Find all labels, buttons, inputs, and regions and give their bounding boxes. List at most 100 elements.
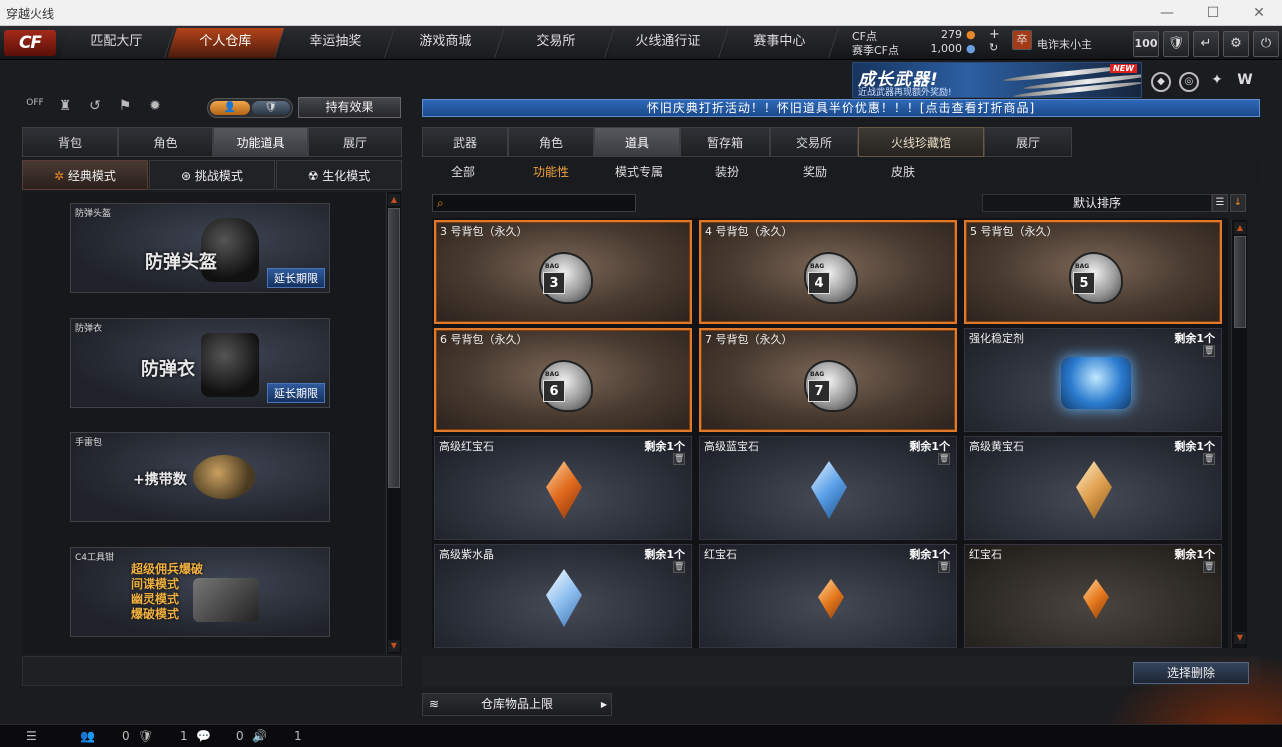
power-icon[interactable]: ⏻ (1253, 31, 1279, 57)
item-card-gem[interactable]: 高级红宝石 剩余1个 🗑 (434, 436, 692, 540)
right-tab-storage[interactable]: 暂存箱 (680, 127, 770, 157)
item-card-bag3[interactable]: 3 号背包（永久） BAG 3 (434, 220, 692, 324)
badge-icon-4[interactable]: W (1235, 72, 1255, 92)
nav-tab-event-center[interactable]: 赛事中心 (721, 28, 839, 58)
helmet-card[interactable]: 防弹头盔 防弹头盔 延长期限 (70, 203, 330, 293)
team-icon[interactable]: ♜ (54, 98, 76, 118)
off-toggle-icon[interactable]: OFF (24, 98, 46, 118)
subtab-reward[interactable]: 奖励 (784, 163, 846, 183)
left-scrollbar[interactable]: ▲ ▼ (386, 192, 401, 654)
sort-direction-icon[interactable]: ↓ (1230, 194, 1246, 212)
trash-icon[interactable]: 🗑 (938, 453, 950, 465)
item-card-bag4[interactable]: 4 号背包（永久） BAG 4 (699, 220, 957, 324)
trash-icon[interactable]: 🗑 (1203, 453, 1215, 465)
badge-icon-2[interactable]: ◎ (1179, 72, 1199, 92)
menu-list-icon[interactable]: ☰ (26, 729, 37, 743)
nav-tab-match-lobby[interactable]: 匹配大厅 (59, 28, 175, 58)
right-tab-exchange[interactable]: 交易所 (770, 127, 858, 157)
trash-icon[interactable]: 🗑 (1203, 345, 1215, 357)
close-icon[interactable]: ✕ (1236, 0, 1282, 26)
return-icon[interactable]: ↵ (1193, 31, 1219, 57)
left-tab-backpack[interactable]: 背包 (22, 127, 118, 157)
shield-status-icon[interactable]: 🛡 (138, 729, 153, 743)
sort-dropdown[interactable]: 默认排序 (982, 194, 1212, 212)
nav-tab-lucky-draw[interactable]: 幸运抽奖 (277, 28, 395, 58)
character-icon[interactable]: ⚑ (114, 98, 136, 118)
settings-gear-icon[interactable]: ⚙ (1223, 31, 1249, 57)
history-icon[interactable]: ↺ (84, 98, 106, 118)
scroll-down-icon[interactable]: ▼ (388, 640, 400, 652)
nav-tab-exchange[interactable]: 交易所 (497, 28, 615, 58)
trash-icon[interactable]: 🗑 (1203, 561, 1215, 573)
badge-icon-1[interactable]: ◆ (1151, 72, 1171, 92)
growth-weapon-banner[interactable]: 成长武器! 近战武器再现额外奖励! NEW (852, 62, 1142, 98)
add-points-icon[interactable]: + (989, 27, 1000, 42)
subtab-mode-exclusive[interactable]: 模式专属 (608, 163, 670, 183)
right-scroll-thumb[interactable] (1234, 236, 1246, 328)
backpack-icon: BAG 7 (804, 360, 858, 412)
player-level[interactable]: 100 (1133, 31, 1159, 57)
view-toggle[interactable]: 👤 🛡 (207, 98, 293, 118)
subtab-skin[interactable]: 皮肤 (872, 163, 934, 183)
subtab-outfit[interactable]: 装扮 (696, 163, 758, 183)
c4-pliers-card[interactable]: C4工具钳 超级佣兵爆破 间谍模式 幽灵模式 爆破模式 (70, 547, 330, 637)
toggle-character-option[interactable]: 👤 (210, 101, 250, 115)
item-card-bag6[interactable]: 6 号背包（永久） BAG 6 (434, 328, 692, 432)
item-card-bag5[interactable]: 5 号背包（永久） BAG 5 (964, 220, 1222, 324)
held-effects-button[interactable]: 持有效果 (298, 97, 401, 118)
subtab-all[interactable]: 全部 (432, 163, 494, 183)
promo-banner[interactable]: 怀旧庆典打折活动！！怀旧道具半价优惠！！！[点击查看打折商品] (422, 99, 1260, 117)
trash-icon[interactable]: 🗑 (938, 561, 950, 573)
mode-tab-challenge[interactable]: ⊛ 挑战模式 (149, 160, 275, 190)
mode-tab-zombie[interactable]: ☢ 生化模式 (276, 160, 402, 190)
nav-tab-game-shop[interactable]: 游戏商城 (387, 28, 505, 58)
grenade-icon[interactable]: ✹ (144, 98, 166, 118)
window-titlebar: 穿越火线 — ☐ ✕ (0, 0, 1282, 26)
right-tab-showroom[interactable]: 展厅 (984, 127, 1072, 157)
extend-term-button[interactable]: 延长期限 (267, 268, 325, 288)
item-card-gem[interactable]: 高级蓝宝石 剩余1个 🗑 (699, 436, 957, 540)
scroll-up-icon[interactable]: ▲ (1234, 222, 1246, 234)
refresh-icon[interactable]: ↻ (989, 41, 998, 54)
cf-logo[interactable]: CF (4, 30, 56, 56)
search-box[interactable]: ⌕ (432, 194, 636, 212)
trash-icon[interactable]: 🗑 (673, 453, 685, 465)
left-scroll-thumb[interactable] (388, 208, 400, 488)
warehouse-capacity-button[interactable]: ≋ 仓库物品上限 ▶ (422, 693, 612, 716)
speaker-icon[interactable]: 🔊 (252, 729, 267, 743)
left-tab-functional-items[interactable]: 功能道具 (213, 127, 308, 157)
subtab-functional[interactable]: 功能性 (520, 163, 582, 183)
vest-card[interactable]: 防弹衣 防弹衣 延长期限 (70, 318, 330, 408)
left-tab-character[interactable]: 角色 (118, 127, 213, 157)
search-input[interactable] (453, 196, 633, 210)
item-card-gem[interactable]: 红宝石 剩余1个 🗑 (699, 544, 957, 648)
item-card-stabilizer[interactable]: 强化稳定剂 剩余1个 🗑 (964, 328, 1222, 432)
toggle-shield-option[interactable]: 🛡 (252, 101, 290, 115)
item-card-bag7[interactable]: 7 号背包（永久） BAG 7 (699, 328, 957, 432)
extend-term-button[interactable]: 延长期限 (267, 383, 325, 403)
minimize-icon[interactable]: — (1144, 0, 1190, 26)
mode-tab-classic[interactable]: ✲ 经典模式 (22, 160, 148, 190)
nav-tab-personal-warehouse[interactable]: 个人仓库 (167, 28, 285, 58)
item-card-gem[interactable]: 红宝石 剩余1个 🗑 (964, 544, 1222, 648)
maximize-icon[interactable]: ☐ (1190, 0, 1236, 26)
item-card-gem[interactable]: 高级黄宝石 剩余1个 🗑 (964, 436, 1222, 540)
right-tab-character[interactable]: 角色 (508, 127, 594, 157)
clan-icon[interactable]: 🛡 (1163, 31, 1189, 57)
scroll-up-icon[interactable]: ▲ (388, 194, 400, 206)
list-view-icon[interactable]: ☰ (1212, 194, 1228, 212)
item-card-gem[interactable]: 高级紫水晶 剩余1个 🗑 (434, 544, 692, 648)
badge-icon-3[interactable]: ✦ (1207, 72, 1227, 92)
trash-icon[interactable]: 🗑 (673, 561, 685, 573)
layers-icon: ≋ (429, 697, 440, 711)
right-scrollbar[interactable]: ▲ ▼ (1231, 220, 1247, 648)
grenade-pack-card[interactable]: 手雷包 +携带数 (70, 432, 330, 522)
nav-tab-battle-pass[interactable]: 火线通行证 (607, 28, 729, 58)
left-tab-showroom[interactable]: 展厅 (308, 127, 402, 157)
friends-icon[interactable]: 👥 (80, 729, 95, 743)
select-delete-button[interactable]: 选择删除 (1133, 662, 1249, 684)
chat-icon[interactable]: 💬 (196, 729, 211, 743)
right-tab-weapons[interactable]: 武器 (422, 127, 508, 157)
right-tab-items[interactable]: 道具 (594, 127, 680, 157)
right-tab-collection[interactable]: 火线珍藏馆 (858, 127, 984, 157)
